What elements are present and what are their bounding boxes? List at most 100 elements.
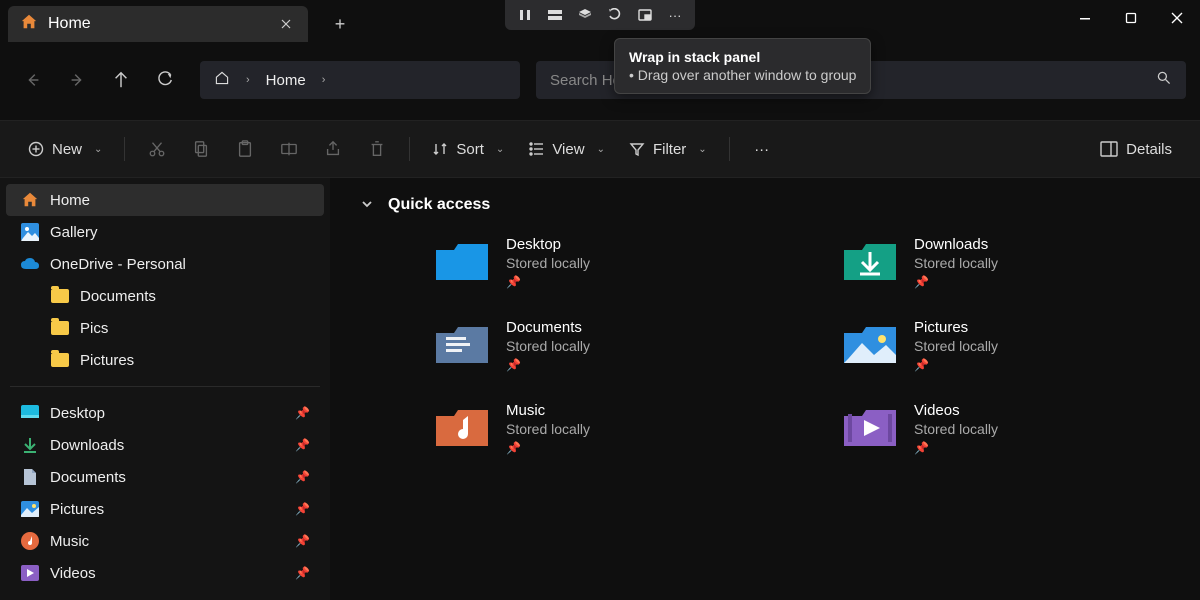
- downloads-icon: [20, 435, 40, 455]
- pin-icon: 📌: [295, 406, 310, 420]
- view-button[interactable]: View ⌄: [518, 131, 615, 167]
- nav-bar: › Home › Search Home: [0, 52, 1200, 108]
- divider: [124, 137, 125, 161]
- sidebar-item-label: Pictures: [80, 352, 134, 369]
- stack-layers-button[interactable]: [571, 4, 599, 26]
- divider: [409, 137, 410, 161]
- filter-button[interactable]: Filter ⌄: [619, 131, 717, 167]
- minimize-button[interactable]: [1062, 0, 1108, 36]
- folder-icon: [50, 350, 70, 370]
- details-button[interactable]: Details: [1090, 131, 1182, 167]
- chevron-down-icon: ⌄: [698, 144, 706, 155]
- tab-title: Home: [48, 15, 91, 33]
- tooltip-title: Wrap in stack panel: [629, 49, 856, 65]
- sidebar-item-pics[interactable]: Pics: [6, 312, 324, 344]
- sidebar-item-label: Downloads: [50, 437, 124, 454]
- copy-button[interactable]: [181, 131, 221, 167]
- sidebar-item-label: Pictures: [50, 501, 104, 518]
- paste-button[interactable]: [225, 131, 265, 167]
- onedrive-icon: [20, 254, 40, 274]
- item-subtitle: Stored locally: [506, 255, 590, 271]
- stack-tooltip: Wrap in stack panel • Drag over another …: [614, 38, 871, 94]
- refresh-button[interactable]: [146, 61, 184, 99]
- new-button[interactable]: New ⌄: [18, 131, 112, 167]
- quick-access-item-desktop[interactable]: Desktop Stored locally 📌: [434, 236, 762, 291]
- sidebar-item-label: Documents: [50, 469, 126, 486]
- sidebar-item-label: Desktop: [50, 405, 105, 422]
- sidebar-item-music[interactable]: Music 📌: [6, 525, 324, 557]
- stack-wrap-button[interactable]: [601, 4, 629, 26]
- sidebar-item-desktop[interactable]: Desktop 📌: [6, 397, 324, 429]
- videos-icon: [20, 563, 40, 583]
- address-bar[interactable]: › Home ›: [200, 61, 520, 99]
- sidebar-item-gallery[interactable]: Gallery: [6, 216, 324, 248]
- sidebar-item-documents2[interactable]: Documents 📌: [6, 461, 324, 493]
- share-button[interactable]: [313, 131, 353, 167]
- sidebar-item-label: Documents: [80, 288, 156, 305]
- sidebar-item-downloads[interactable]: Downloads 📌: [6, 429, 324, 461]
- sidebar-item-label: Videos: [50, 565, 96, 582]
- sidebar-item-home[interactable]: Home: [6, 184, 324, 216]
- stack-more-button[interactable]: ···: [661, 4, 689, 26]
- tab-close-button[interactable]: [276, 14, 296, 34]
- rename-button[interactable]: [269, 131, 309, 167]
- item-subtitle: Stored locally: [914, 255, 998, 271]
- sidebar-item-label: Gallery: [50, 224, 98, 241]
- cut-button[interactable]: [137, 131, 177, 167]
- sidebar-item-pictures2[interactable]: Pictures 📌: [6, 493, 324, 525]
- sidebar-item-onedrive[interactable]: OneDrive - Personal: [6, 248, 324, 280]
- sidebar-item-label: OneDrive - Personal: [50, 256, 186, 273]
- quick-access-title: Quick access: [388, 196, 490, 214]
- sidebar-item-documents[interactable]: Documents: [6, 280, 324, 312]
- quick-access-item-downloads[interactable]: Downloads Stored locally 📌: [842, 236, 1170, 291]
- delete-button[interactable]: [357, 131, 397, 167]
- gallery-icon: [20, 222, 40, 242]
- stack-toolbar: ···: [505, 0, 695, 30]
- sort-label: Sort: [456, 141, 484, 158]
- sidebar-item-label: Home: [50, 192, 90, 209]
- quick-access-header[interactable]: Quick access: [360, 196, 1170, 214]
- up-button[interactable]: [102, 61, 140, 99]
- quick-access-item-videos[interactable]: Videos Stored locally 📌: [842, 402, 1170, 457]
- folder-icon: [434, 319, 490, 367]
- item-name: Downloads: [914, 236, 998, 253]
- stack-rows-button[interactable]: [541, 4, 569, 26]
- forward-button[interactable]: [58, 61, 96, 99]
- music-icon: [20, 531, 40, 551]
- address-location: Home: [266, 72, 306, 89]
- back-button[interactable]: [14, 61, 52, 99]
- chevron-down-icon: ⌄: [94, 144, 102, 155]
- item-subtitle: Stored locally: [914, 338, 998, 354]
- pin-icon: 📌: [914, 358, 929, 372]
- quick-access-item-pictures[interactable]: Pictures Stored locally 📌: [842, 319, 1170, 374]
- home-icon: [20, 13, 38, 36]
- more-button[interactable]: ···: [742, 131, 782, 167]
- quick-access-item-music[interactable]: Music Stored locally 📌: [434, 402, 762, 457]
- item-subtitle: Stored locally: [506, 338, 590, 354]
- close-button[interactable]: [1154, 0, 1200, 36]
- stack-pause-button[interactable]: [511, 4, 539, 26]
- item-name: Pictures: [914, 319, 998, 336]
- sidebar-item-label: Music: [50, 533, 89, 550]
- item-name: Videos: [914, 402, 998, 419]
- folder-icon: [842, 319, 898, 367]
- stack-pip-button[interactable]: [631, 4, 659, 26]
- filter-label: Filter: [653, 141, 686, 158]
- sort-button[interactable]: Sort ⌄: [422, 131, 514, 167]
- sidebar-item-label: Pics: [80, 320, 108, 337]
- search-icon: [1156, 70, 1172, 90]
- quick-access-item-documents[interactable]: Documents Stored locally 📌: [434, 319, 762, 374]
- new-tab-button[interactable]: +: [322, 6, 358, 42]
- folder-icon: [50, 286, 70, 306]
- view-label: View: [552, 141, 584, 158]
- tab-home[interactable]: Home: [8, 6, 308, 42]
- new-label: New: [52, 141, 82, 158]
- sidebar-item-pictures[interactable]: Pictures: [6, 344, 324, 376]
- sidebar-item-videos[interactable]: Videos 📌: [6, 557, 324, 589]
- maximize-button[interactable]: [1108, 0, 1154, 36]
- item-subtitle: Stored locally: [914, 421, 998, 437]
- pin-icon: 📌: [295, 566, 310, 580]
- chevron-right-icon: ›: [246, 74, 250, 86]
- folder-icon: [842, 402, 898, 450]
- pin-icon: 📌: [914, 441, 929, 455]
